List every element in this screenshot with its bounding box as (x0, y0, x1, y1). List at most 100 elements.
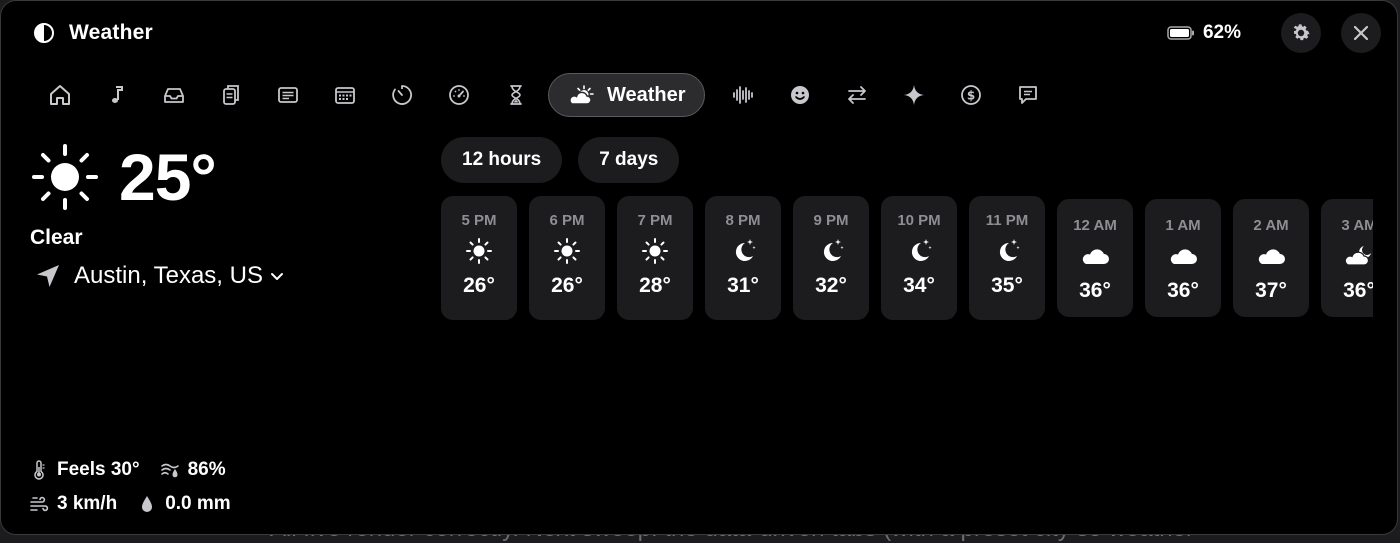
wind-value: 3 km/h (57, 493, 118, 514)
hour-temperature: 32° (815, 274, 847, 297)
contrast-icon (34, 23, 54, 43)
wind-icon (30, 496, 49, 512)
hour-time: 11 PM (985, 212, 1029, 229)
tab-home[interactable] (31, 72, 88, 118)
close-button[interactable] (1341, 13, 1381, 53)
hour-time: 5 PM (461, 212, 497, 229)
current-temperature: 25° (119, 140, 217, 214)
drop-icon (142, 496, 153, 512)
hour-card: 5 PM 26° (441, 196, 517, 320)
tab-music[interactable] (88, 72, 145, 118)
hourly-forecast-list: 5 PM 26° 6 PM 26° 7 PM 28° 8 PM 31° 9 PM 32° 10 PM… (441, 196, 1373, 320)
gear-icon (1293, 24, 1310, 41)
hour-time: 10 PM (897, 212, 941, 229)
sun-icon (32, 144, 98, 210)
weather-icon (569, 85, 594, 105)
range-7-days-button[interactable]: 7 days (578, 137, 680, 183)
hour-card: 10 PM 34° (881, 196, 957, 320)
tab-gauge[interactable] (430, 72, 487, 118)
humidity-icon (160, 463, 179, 478)
tab-notes[interactable] (259, 72, 316, 118)
gauge-icon (448, 85, 469, 105)
hour-time: 8 PM (725, 212, 761, 229)
tab-waveform[interactable] (715, 72, 772, 118)
hourglass-icon (509, 85, 522, 105)
hour-time: 12 AM (1073, 217, 1117, 234)
chat-icon (1019, 86, 1037, 104)
settings-button[interactable] (1281, 13, 1321, 53)
precipitation-value: 0.0 mm (165, 493, 231, 514)
tab-hourglass[interactable] (487, 72, 544, 118)
hour-card: 2 AM 37° (1233, 199, 1309, 317)
music-note-icon (111, 86, 123, 103)
moon-stars-icon (999, 239, 1020, 261)
humidity-stat: 86% (160, 459, 226, 481)
hour-time: 1 AM (1165, 217, 1201, 234)
tab-weather[interactable]: Weather (548, 73, 705, 117)
hour-temperature: 34° (903, 274, 935, 297)
tab-bar: Weather $ (31, 72, 1057, 118)
tab-emoji[interactable] (772, 72, 829, 118)
hour-temperature: 36° (1343, 279, 1373, 302)
location-selector[interactable]: Austin, Texas, US (34, 262, 285, 290)
header-controls: 62% (1167, 13, 1381, 53)
hour-temperature: 26° (551, 274, 583, 297)
svg-text:$: $ (967, 89, 975, 103)
hour-time: 2 AM (1253, 217, 1289, 234)
weather-stats: Feels 30° 86% 3 km/h 0.0 mm (29, 453, 251, 521)
tab-weather-label: Weather (607, 83, 686, 106)
cloud-icon (1170, 249, 1197, 264)
sun-icon (642, 238, 668, 264)
battery-icon (1167, 26, 1194, 40)
hour-temperature: 36° (1167, 279, 1199, 302)
humidity-value: 86% (187, 459, 226, 480)
hour-card: 9 PM 32° (793, 196, 869, 320)
tab-ai[interactable] (886, 72, 943, 118)
tab-convert[interactable] (829, 72, 886, 118)
timer-icon (391, 85, 412, 105)
precipitation-stat: 0.0 mm (137, 493, 231, 515)
feels-like-stat: Feels 30° (29, 459, 140, 481)
tab-chat[interactable] (1000, 72, 1057, 118)
thermometer-icon (34, 460, 45, 480)
cloud-icon (1082, 249, 1109, 264)
hour-card: 12 AM 36° (1057, 199, 1133, 317)
current-weather: 25° (31, 140, 217, 214)
arrows-swap-icon (848, 86, 866, 104)
clipboard-icon (222, 85, 239, 105)
smiley-icon (791, 86, 810, 104)
hour-temperature: 28° (639, 274, 671, 297)
battery-indicator: 62% (1167, 22, 1241, 44)
header-title-group: Weather (33, 21, 153, 45)
wind-stat: 3 km/h (29, 493, 117, 515)
hour-temperature: 35° (991, 274, 1023, 297)
hour-temperature: 26° (463, 274, 495, 297)
hour-time: 7 PM (637, 212, 673, 229)
hour-card: 3 AM 36° (1321, 199, 1373, 317)
sparkle-icon (904, 85, 925, 105)
hour-temperature: 31° (727, 274, 759, 297)
notes-icon (277, 87, 298, 103)
tab-currency[interactable]: $ (943, 72, 1000, 118)
range-12-hours-button[interactable]: 12 hours (441, 137, 563, 183)
app-title: Weather (69, 21, 153, 44)
tab-clipboard[interactable] (202, 72, 259, 118)
hour-time: 6 PM (549, 212, 585, 229)
cloud-moon-icon (1344, 246, 1371, 266)
hour-card: 7 PM 28° (617, 196, 693, 320)
hourly-forecast[interactable]: 5 PM 26° 6 PM 26° 7 PM 28° 8 PM 31° 9 PM 32° 10 PM… (441, 196, 1373, 326)
location-arrow-icon (37, 265, 59, 287)
forecast-range-selector: 12 hours 7 days (441, 137, 680, 183)
tab-tray[interactable] (145, 72, 202, 118)
moon-stars-icon (911, 239, 932, 261)
tab-calendar[interactable] (316, 72, 373, 118)
hour-temperature: 36° (1079, 279, 1111, 302)
home-icon (49, 85, 70, 105)
hour-card: 8 PM 31° (705, 196, 781, 320)
tab-timer[interactable] (373, 72, 430, 118)
hour-card: 6 PM 26° (529, 196, 605, 320)
hour-time: 9 PM (813, 212, 849, 229)
current-condition: Clear (30, 226, 83, 249)
waveform-icon (733, 86, 753, 104)
cloud-icon (1258, 249, 1285, 264)
